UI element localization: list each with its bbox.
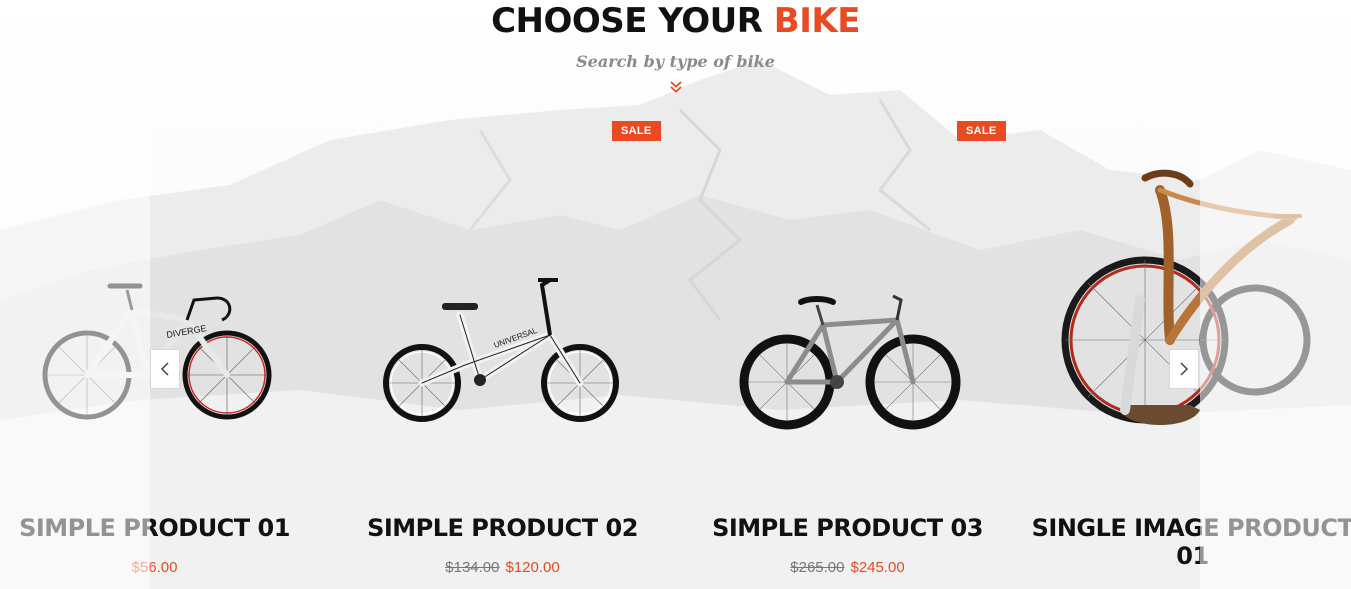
price-current: $120.00 [505,559,560,576]
double-chevron-down-icon [669,81,682,93]
product-price: $265.00 $245.00 [675,559,1020,576]
product-price: $134.00 $120.00 [330,559,675,576]
product-name[interactable]: SIMPLE PRODUCT 03 [675,514,1020,542]
product-image-city-bike[interactable] [675,110,1020,490]
price-original: $265.00 [790,559,845,576]
carousel-fade-right [1200,110,1351,589]
section-subtitle: Search by type of bike [576,52,775,71]
carousel-fade-left [0,110,150,589]
price-original: $134.00 [445,559,500,576]
product-card[interactable]: SALE UNIVERSAL SIMPLE PRODUCT 02 $134.00… [330,110,675,589]
chevron-left-icon [160,362,169,376]
section-title: CHOOSE YOUR BIKE [0,0,1351,42]
product-image-bmx-bike[interactable]: UNIVERSAL [330,110,675,490]
price-current: $245.00 [850,559,905,576]
chevron-right-icon [1180,362,1189,376]
title-accent-text: BIKE [773,1,861,41]
section-heading: CHOOSE YOUR BIKE Search by type of bike [0,0,1351,94]
carousel-prev-button[interactable] [150,349,180,389]
product-card[interactable]: SALE SIMPLE PRODUCT 03 $265.00 $245.00 [675,110,1020,589]
title-main-text: CHOOSE YOUR [491,1,774,41]
product-name[interactable]: SIMPLE PRODUCT 02 [330,514,675,542]
carousel-next-button[interactable] [1169,349,1199,389]
